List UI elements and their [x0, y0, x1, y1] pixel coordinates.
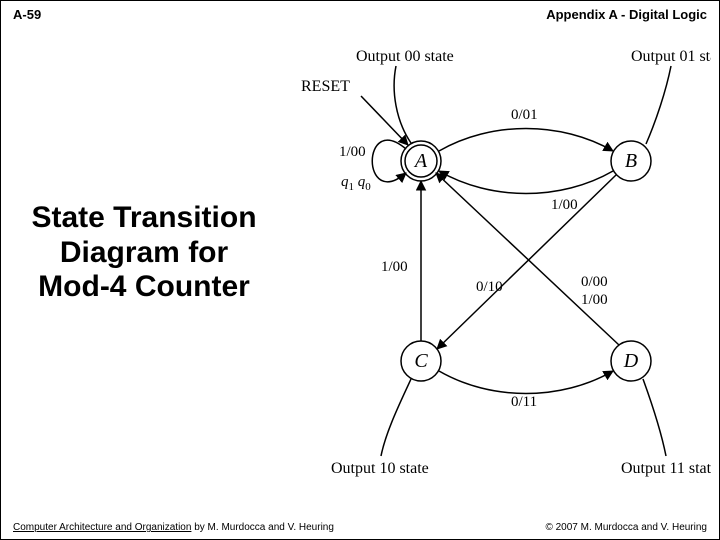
annot-A: Output 00 state [356, 48, 454, 65]
footer-citation: Computer Architecture and Organization b… [13, 522, 334, 533]
state-B: B [611, 141, 651, 181]
svg-text:B: B [625, 150, 637, 172]
label-C-D: 0/11 [511, 394, 537, 410]
state-C: C [401, 341, 441, 381]
edge-B-C [437, 175, 616, 349]
label-D-A-0: 0/00 [581, 274, 608, 290]
svg-text:D: D [623, 350, 639, 372]
label-D-A-1: 1/00 [581, 292, 608, 308]
state-diagram: A B C D 1/00 RESET q1 q0 0/01 1/00 0/10 … [261, 41, 711, 491]
slide-header: A-59 Appendix A - Digital Logic [1, 7, 719, 22]
slide-footer: Computer Architecture and Organization b… [1, 522, 719, 533]
edge-C-D [439, 371, 613, 394]
edge-A-B [439, 129, 613, 152]
label-A-self: 1/00 [339, 144, 366, 160]
svg-text:C: C [414, 350, 428, 372]
label-B-A: 1/00 [551, 197, 578, 213]
label-C-A: 1/00 [381, 259, 408, 275]
annot-arc-D [643, 379, 666, 456]
page-number: A-59 [13, 7, 41, 22]
slide-title: State Transition Diagram for Mod-4 Count… [29, 201, 259, 305]
q-labels: q1 q0 [341, 174, 371, 193]
footer-copyright: © 2007 M. Murdocca and V. Heuring [545, 522, 707, 533]
label-A-B: 0/01 [511, 107, 538, 123]
annot-arc-B [646, 66, 671, 144]
annot-C: Output 10 state [331, 460, 429, 477]
reset-arrow [361, 96, 408, 145]
reset-label: RESET [301, 78, 350, 95]
label-B-C: 0/10 [476, 279, 503, 295]
svg-text:A: A [413, 150, 428, 172]
annot-arc-A [394, 66, 411, 143]
annot-arc-C [381, 379, 411, 456]
annot-B: Output 01 state [631, 48, 711, 65]
edge-B-A [439, 171, 613, 194]
state-A: A [401, 141, 441, 181]
appendix-label: Appendix A - Digital Logic [546, 7, 707, 22]
state-D: D [611, 341, 651, 381]
annot-D: Output 11 state [621, 460, 711, 477]
